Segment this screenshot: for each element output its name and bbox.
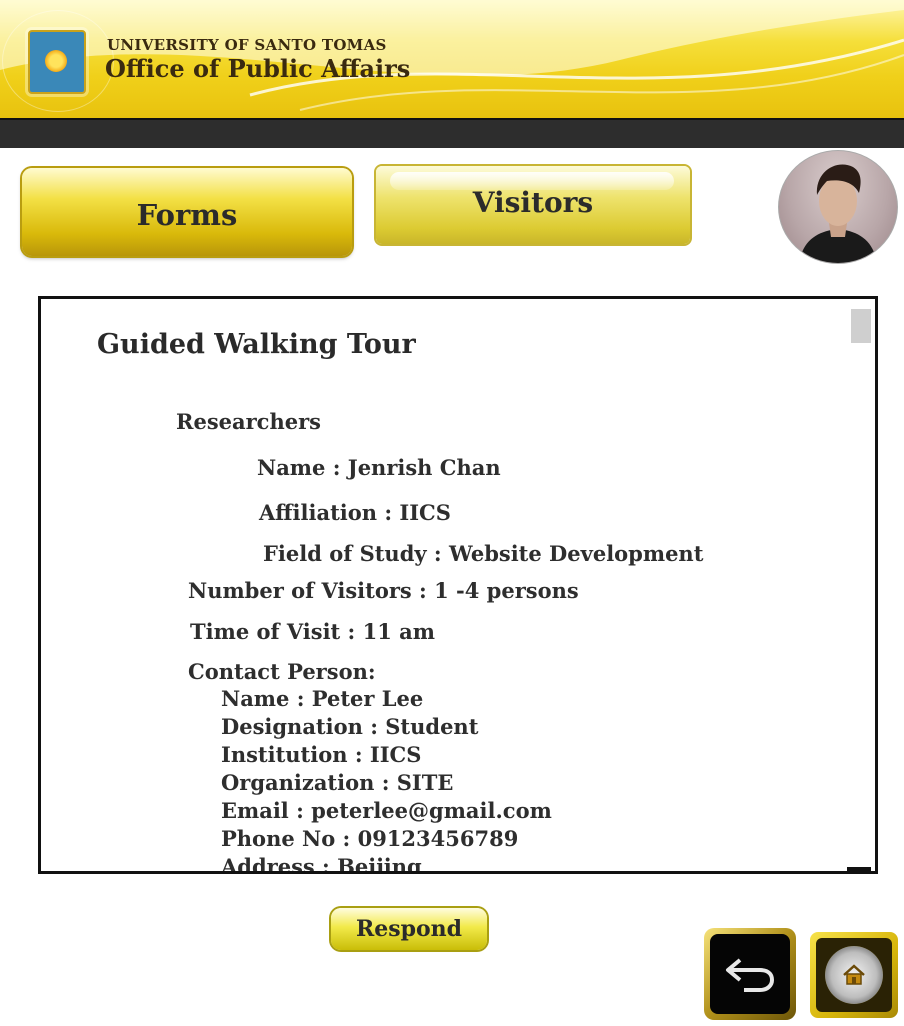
scrollbar-thumb[interactable] <box>851 309 871 343</box>
home-button[interactable] <box>810 932 898 1018</box>
scrollbar-corner <box>847 867 871 871</box>
contact-organization: Organization : SITE <box>221 770 454 795</box>
header-divider-bar <box>0 118 904 148</box>
person-silhouette-icon <box>799 164 877 263</box>
panel-title: Guided Walking Tour <box>97 329 416 360</box>
back-arrow-icon <box>726 958 775 992</box>
visitor-field-of-study: Field of Study : Website Development <box>263 541 704 566</box>
contact-institution: Institution : IICS <box>221 742 422 767</box>
visitor-details-panel[interactable]: Guided Walking Tour Researchers Name : J… <box>38 296 878 874</box>
visitor-name: Name : Jenrish Chan <box>257 455 501 480</box>
contact-address: Address : Beijing <box>221 854 422 874</box>
back-button[interactable] <box>704 928 796 1020</box>
header-banner: UNIVERSITY OF SANTO TOMAS Office of Publ… <box>0 0 904 118</box>
tab-forms[interactable]: Forms <box>22 168 352 256</box>
home-icon <box>843 964 865 985</box>
contact-name: Name : Peter Lee <box>221 686 424 711</box>
sun-emblem-icon <box>45 50 67 72</box>
visitor-category: Researchers <box>176 409 321 434</box>
home-button-dial <box>825 946 883 1004</box>
university-name: UNIVERSITY OF SANTO TOMAS <box>107 36 387 54</box>
tab-forms-label: Forms <box>136 198 238 232</box>
time-of-visit: Time of Visit : 11 am <box>190 619 435 644</box>
contact-designation: Designation : Student <box>221 714 479 739</box>
contact-email: Email : peterlee@gmail.com <box>221 798 552 823</box>
home-button-face <box>816 938 892 1012</box>
contact-person-details: Name : Peter Lee Designation : Student I… <box>221 685 552 874</box>
number-of-visitors: Number of Visitors : 1 -4 persons <box>188 578 579 603</box>
contact-person-heading: Contact Person: <box>188 659 376 684</box>
respond-button[interactable]: Respond <box>331 908 487 950</box>
user-avatar[interactable] <box>778 150 898 264</box>
back-button-face <box>710 934 790 1014</box>
visitor-affiliation: Affiliation : IICS <box>259 500 451 525</box>
tab-visitors[interactable]: Visitors <box>376 166 690 244</box>
contact-phone: Phone No : 09123456789 <box>221 826 519 851</box>
tab-visitors-label: Visitors <box>472 185 594 219</box>
university-seal-logo <box>28 30 86 94</box>
office-name: Office of Public Affairs <box>105 54 411 83</box>
